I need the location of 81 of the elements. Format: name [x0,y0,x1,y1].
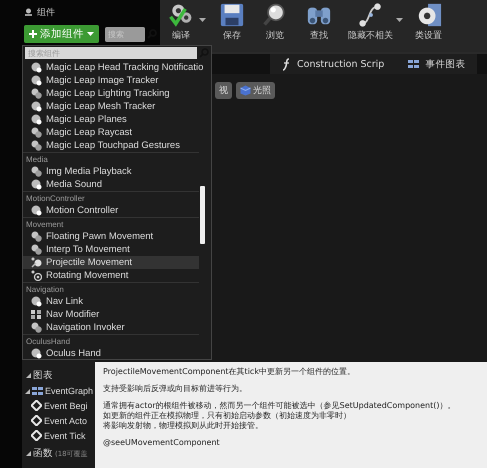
gears-icon [31,244,42,255]
viewport-button[interactable]: 视 [215,82,232,99]
component-item[interactable]: Magic Leap Touchpad Gestures [23,139,199,152]
gears-icon [31,322,42,333]
sphere-icon [31,179,42,190]
tooltip-text: 将影响发射物，物理模拟则从此时开始接管。 [103,421,264,431]
sphere-icon [31,101,42,112]
component-item[interactable]: Magic Leap Planes [23,113,199,126]
toolbar-button[interactable]: 隐藏不相关 [342,1,399,43]
section-title: 图表 [33,369,53,382]
sphere-icon [31,296,42,307]
sphere-icon [31,348,42,359]
component-item[interactable]: Magic Leap Image Tracker [23,74,199,87]
add-component-button[interactable]: 添加组件 [24,25,99,43]
component-item[interactable]: Projectile Movement [23,256,199,269]
expand-icon[interactable] [25,388,30,394]
plus-icon [29,30,37,38]
gears-icon [31,140,42,151]
projectile-icon [31,257,42,268]
category-header: Media [23,152,199,165]
caret-icon [396,18,403,22]
caret-icon [87,32,94,36]
editor-tab[interactable]: Construction Scrip [270,54,396,74]
gears-icon [31,127,42,138]
toolbar-button[interactable]: 类设置 [409,1,448,43]
tree-item[interactable]: EventGraph [22,384,95,398]
graph-icon [408,60,420,68]
toolbar-button[interactable]: 浏览 [254,1,296,43]
component-item[interactable]: Oculus Hand [23,347,199,359]
expand-icon[interactable] [26,373,31,378]
tree-item[interactable]: Event Acto [22,413,95,428]
component-item[interactable]: Nav Modifier [23,308,199,321]
sphere-icon [31,205,42,216]
panel-title: 组件 [37,6,55,19]
sphere-icon [31,62,42,73]
component-icon [24,8,33,17]
expand-icon[interactable] [26,451,31,456]
section-title: 函数 [33,447,53,460]
category-header: Navigation [23,282,199,295]
component-item[interactable]: Magic Leap Mesh Tracker [23,100,199,113]
component-item[interactable]: Floating Pawn Movement [23,230,199,243]
component-item[interactable]: Img Media Playback [23,165,199,178]
category-header: MotionController [23,191,199,204]
component-item[interactable]: Navigation Invoker [23,321,199,334]
scrollbar-thumb[interactable] [200,186,205,244]
component-item[interactable]: Magic Leap Raycast [23,126,199,139]
component-item[interactable]: Interp To Movement [23,243,199,256]
editor-tab[interactable]: 事件图表 [396,54,478,74]
component-item[interactable]: Magic Leap Lighting Tracking [23,87,199,100]
component-item[interactable]: Rotating Movement [23,269,199,282]
diamond-icon [31,400,42,411]
component-item[interactable]: Motion Controller [23,204,199,217]
sphere-icon [31,75,42,86]
tree-item[interactable]: Event Begi [22,398,95,413]
category-header: Movement [23,217,199,230]
cube-icon [240,85,251,96]
tooltip-text: 通常拥有actor的根组件被移动，然而另一个组件可能被选中（参见SetUpdatedComponent()）。 [103,401,456,411]
grid-icon [31,309,42,320]
tree-item[interactable]: Event Tick [22,428,95,443]
diamond-icon [31,415,42,426]
caret-icon [199,18,206,22]
function-icon [282,58,291,70]
category-header: OculusHand [23,334,199,347]
tooltip-text: 支持受影响后反弹或向目标前进等行为。 [103,384,248,394]
viewport-button[interactable]: 光照 [236,82,275,99]
tooltip-text: ProjectileMovementComponent在其tick中更新另一个组件的位置。 [103,367,356,377]
rotating-icon [31,270,42,281]
graph-icon [32,386,43,396]
sphere-icon [31,114,42,125]
gears-icon [31,166,42,177]
component-item[interactable]: Media Sound [23,178,199,191]
component-search-field[interactable]: 搜索组件 [25,47,197,59]
toolbar-button[interactable]: 编译 [160,1,202,43]
tooltip-text: 如更新的组件正在模拟物理，只有初始启动参数（初始速度为非零时） [103,411,352,421]
toolbar-button[interactable]: 查找 [298,1,340,43]
toolbar-button[interactable]: 保存 [212,1,252,43]
gears-icon [31,88,42,99]
component-item[interactable]: Nav Link [23,295,199,308]
diamond-icon [31,430,42,441]
gears-icon [31,231,42,242]
tooltip-text: @seeUMovementComponent [103,438,221,448]
